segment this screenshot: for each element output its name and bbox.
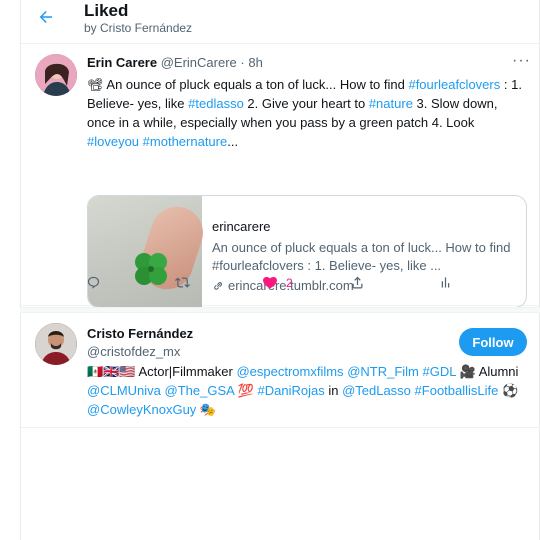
text-segment: 🎥 Alumni: [456, 364, 519, 379]
tweet-actions: 2: [86, 275, 486, 295]
more-options-icon[interactable]: ···: [512, 52, 531, 70]
hashtag-link[interactable]: #nature: [369, 96, 413, 111]
mention-link[interactable]: @The_GSA: [165, 383, 235, 398]
author-name[interactable]: Erin Carere: [87, 55, 157, 70]
tweet-author: Erin Carere @ErinCarere · 8h: [87, 55, 263, 71]
analytics-button[interactable]: [438, 275, 453, 290]
section-divider: [20, 307, 540, 313]
card-description: An ounce of pluck equals a ton of luck..…: [212, 240, 511, 273]
author-handle[interactable]: @ErinCarere: [161, 55, 237, 70]
avatar[interactable]: [35, 54, 77, 96]
text-segment: in: [324, 383, 343, 398]
separator: ·: [240, 55, 245, 70]
back-arrow-icon[interactable]: [35, 6, 57, 28]
reply-icon: [87, 276, 100, 289]
user-cell[interactable]: Cristo Fernández @cristofdez_mx Follow 🇲…: [21, 313, 540, 428]
retweet-icon: [175, 277, 190, 288]
like-count: 2: [286, 275, 293, 290]
page-header: Liked by Cristo Fernández: [21, 0, 539, 44]
avatar[interactable]: [35, 323, 77, 365]
like-button[interactable]: 2: [262, 275, 293, 290]
page-subtitle: by Cristo Fernández: [84, 21, 193, 35]
hashtag-link[interactable]: #tedlasso: [188, 96, 244, 111]
retweet-button[interactable]: [174, 275, 191, 290]
tweet-time[interactable]: 8h: [248, 55, 262, 70]
mention-link[interactable]: @espectromxfilms: [236, 364, 343, 379]
card-domain: erincarere: [212, 219, 271, 234]
mention-link[interactable]: @CowleyKnoxGuy: [87, 402, 196, 417]
heart-filled-icon: [263, 277, 277, 289]
text-segment: 2. Give your heart to: [243, 96, 369, 111]
liked-tweet[interactable]: Erin Carere @ErinCarere · 8h ··· 📽 An ou…: [21, 44, 539, 308]
hashtag-link[interactable]: #GDL: [423, 364, 456, 379]
user-handle[interactable]: @cristofdez_mx: [87, 344, 180, 360]
hashtag-link[interactable]: #FootballisLife: [415, 383, 499, 398]
analytics-icon: [441, 277, 450, 288]
follow-button[interactable]: Follow: [459, 328, 527, 356]
mention-link[interactable]: @TedLasso: [342, 383, 411, 398]
text-segment: 🎭: [196, 402, 217, 417]
user-bio: 🇲🇽🇬🇧🇺🇸 Actor|Filmmaker @espectromxfilms …: [87, 362, 527, 419]
page-title: Liked: [84, 1, 129, 20]
text-segment: 💯: [234, 383, 258, 398]
timeline-column: Liked by Cristo Fernández Erin Carere @E…: [20, 0, 540, 540]
share-icon: [352, 276, 363, 289]
hashtag-link[interactable]: #mothernature: [143, 134, 228, 149]
hashtag-link[interactable]: #loveyou: [87, 134, 139, 149]
text-segment: ⚽: [498, 383, 519, 398]
user-name[interactable]: Cristo Fernández: [87, 326, 193, 342]
mention-link[interactable]: @CLMUniva: [87, 383, 161, 398]
hashtag-link[interactable]: #fourleafclovers: [408, 77, 500, 92]
text-segment: 📽 An ounce of pluck equals a ton of luck…: [87, 77, 409, 92]
text-segment: 🇲🇽🇬🇧🇺🇸 Actor|Filmmaker: [87, 364, 237, 379]
reply-button[interactable]: [86, 275, 101, 290]
mention-link[interactable]: @NTR_Film: [347, 364, 419, 379]
share-button[interactable]: [350, 275, 365, 290]
hashtag-link[interactable]: #DaniRojas: [258, 383, 325, 398]
text-segment: ...: [227, 134, 239, 149]
tweet-text: 📽 An ounce of pluck equals a ton of luck…: [87, 75, 527, 151]
